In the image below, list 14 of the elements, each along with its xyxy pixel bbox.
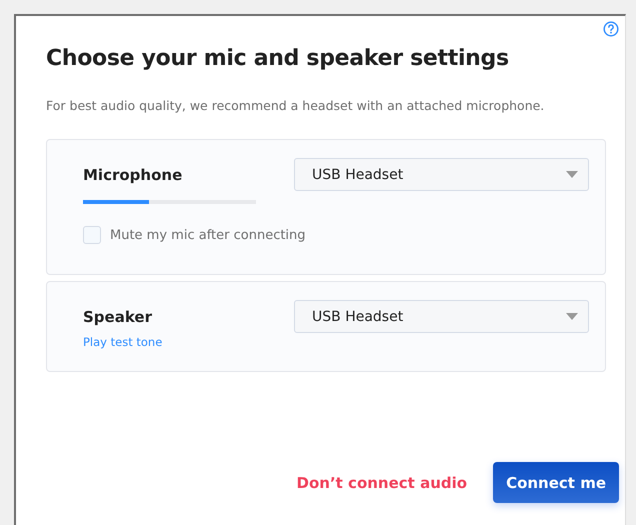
checkbox[interactable] <box>83 226 101 244</box>
checkbox-label: Mute my mic after connecting <box>110 228 306 242</box>
caret-icon <box>566 313 578 320</box>
test-tone-link[interactable]: Play test tone <box>83 335 162 349</box>
caret-icon <box>566 171 578 178</box>
device-dropdown[interactable]: USB Headset <box>294 300 589 333</box>
dialog-subtitle: For best audio quality, we recommend a headset with an attached microphone. <box>46 98 546 113</box>
device-label: Microphone <box>83 166 184 184</box>
dialog-title: Choose your mic and speaker settings <box>46 46 510 71</box>
help-icon[interactable] <box>603 21 619 37</box>
device-dropdown[interactable]: USB Headset <box>294 158 589 191</box>
skip-audio-button[interactable]: Don’t connect audio <box>294 470 470 496</box>
connect-button[interactable]: Connect me <box>493 462 619 503</box>
device-label: Speaker <box>83 308 153 326</box>
